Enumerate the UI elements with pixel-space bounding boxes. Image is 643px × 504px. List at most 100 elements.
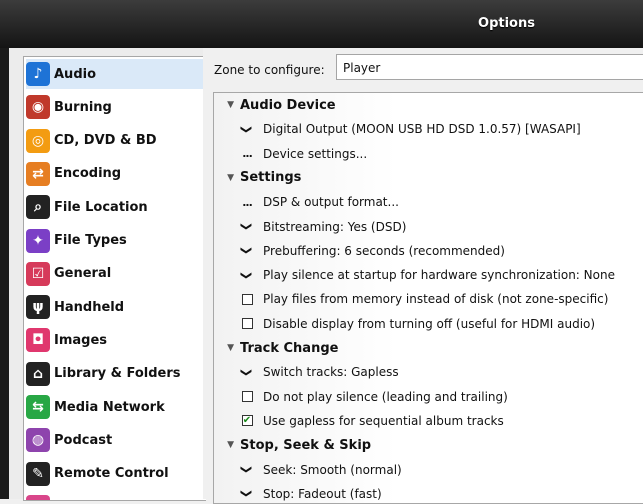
tree-option-row[interactable]: ❯ Seek: Smooth (normal)	[214, 459, 643, 481]
camera-icon: ◘	[26, 328, 50, 353]
sidebar-item[interactable]: ♪ Audio	[26, 59, 204, 89]
collapse-arrow-icon[interactable]: ▼	[214, 100, 240, 110]
remote-icon: ✎	[26, 461, 50, 486]
option-marker[interactable]: ❯	[240, 269, 254, 282]
sidebar-item[interactable]: ◎ CD, DVD & BD	[26, 126, 204, 156]
collapse-arrow-icon[interactable]: ▼	[214, 440, 240, 450]
dropdown-chevron-icon[interactable]: ❯	[241, 489, 254, 498]
zone-select[interactable]: Player	[336, 54, 643, 80]
sidebar-item[interactable]: ✦ File Types	[26, 226, 204, 256]
sidebar-item-label: Burning	[54, 99, 112, 115]
sidebar-item-label: General	[54, 266, 112, 282]
section-title: Track Change	[240, 340, 339, 356]
tree-option-row[interactable]: ❯ Play silence at startup for hardware sy…	[214, 264, 643, 286]
sidebar-item[interactable]: ⇆ Media Network	[26, 392, 204, 422]
option-marker[interactable]: ❯	[240, 244, 254, 257]
section-title: Stop, Seek & Skip	[240, 437, 372, 453]
sidebar-item[interactable]: ⇄ Encoding	[26, 159, 204, 189]
tree-section-header[interactable]: ▼ Track Change	[214, 337, 643, 359]
option-label: Do not play silence (leading and trailin…	[263, 389, 508, 404]
checkbox-unchecked[interactable]	[241, 391, 253, 403]
tree-option-row[interactable]: ✔ Use gapless for sequential album tracks	[214, 410, 643, 432]
tree-option-row[interactable]: ❯ Digital Output (MOON USB HD DSD 1.0.57)…	[214, 118, 643, 140]
tree-option-row[interactable]: ... DSP & output format...	[214, 191, 643, 213]
sidebar-item[interactable]: ◍ Podcast	[26, 425, 204, 455]
sidebar-item-label: Images	[54, 332, 108, 348]
sidebar-item-label: File Location	[54, 199, 148, 215]
tree-section-header[interactable]: ▼ Stop, Seek & Skip	[214, 434, 643, 456]
tree-option-row[interactable]: Disable display from turning off (useful…	[214, 313, 643, 335]
option-marker[interactable]: ✔	[240, 415, 254, 427]
option-label: Device settings...	[263, 146, 368, 161]
option-label: Switch tracks: Gapless	[263, 365, 399, 380]
section-title: Audio Device	[240, 97, 336, 113]
dropdown-chevron-icon[interactable]: ❯	[241, 246, 254, 255]
option-marker[interactable]: ❯	[240, 366, 254, 379]
partial-item-icon	[26, 494, 50, 500]
sidebar-item-label: File Types	[54, 233, 127, 248]
sidebar-item[interactable]: ⌂ Library & Folders	[26, 359, 204, 389]
tree-option-row[interactable]: ... Device settings...	[214, 143, 643, 165]
sidebar-item-label: Podcast	[54, 432, 113, 448]
tree-option-row[interactable]: Play files from memory instead of disk (…	[214, 288, 643, 310]
sidebar: ♪ Audio ◉ Burning ◎ CD, DVD & BD ⇄ Encoding ⌕ Fil…	[9, 48, 206, 501]
dropdown-chevron-icon[interactable]: ❯	[241, 465, 254, 474]
tree-option-row[interactable]: ❯ Stop: Fadeout (fast)	[214, 483, 643, 503]
tree-section-header[interactable]: ▼ Settings	[214, 167, 643, 189]
sidebar-item[interactable]: ◉ Burning	[26, 92, 204, 122]
sidebar-item[interactable]: ψ Handheld	[26, 292, 204, 322]
tree-section-header[interactable]: ▼ Audio Device	[214, 94, 643, 116]
main-panel: Zone to configure: Player ▼ Audio Device ❯…	[203, 48, 643, 504]
collapse-arrow-icon[interactable]: ▼	[214, 173, 240, 183]
encoding-arrows-icon: ⇄	[26, 161, 50, 186]
network-icon: ⇆	[26, 395, 50, 419]
checkbox-icon: ☑	[26, 261, 50, 286]
option-marker[interactable]: ❯	[240, 487, 254, 500]
sidebar-item[interactable]	[26, 492, 204, 500]
sidebar-item-label: Media Network	[54, 399, 165, 415]
checkbox-unchecked[interactable]	[241, 318, 253, 330]
checkbox-unchecked[interactable]	[241, 293, 253, 305]
option-label: Disable display from turning off (useful…	[263, 316, 596, 331]
tree-option-row[interactable]: Do not play silence (leading and trailin…	[214, 386, 643, 408]
dropdown-chevron-icon[interactable]: ❯	[241, 270, 254, 279]
sidebar-item[interactable]: ⌕ File Location	[26, 192, 204, 222]
ellipsis-icon[interactable]: ...	[242, 196, 253, 209]
ellipsis-icon[interactable]: ...	[242, 147, 253, 160]
tree-option-row[interactable]: ❯ Prebuffering: 6 seconds (recommended)	[214, 240, 643, 262]
dropdown-chevron-icon[interactable]: ❯	[241, 368, 254, 377]
file-search-icon: ⌕	[26, 195, 50, 220]
options-tree: ▼ Audio Device ❯ Digital Output (MOON USB H…	[213, 92, 643, 504]
usb-icon: ψ	[26, 295, 50, 320]
dropdown-chevron-icon[interactable]: ❯	[241, 222, 254, 231]
sidebar-item[interactable]: ✎ Remote Control	[26, 459, 204, 489]
window-frame-left	[0, 48, 9, 499]
puzzle-icon: ✦	[26, 228, 50, 253]
window-title: Options	[478, 16, 535, 31]
sidebar-item-label: Audio	[54, 66, 97, 82]
option-marker[interactable]	[240, 293, 254, 305]
music-note-icon: ♪	[26, 62, 50, 86]
sidebar-item-label: Remote Control	[54, 466, 169, 482]
option-marker[interactable]: ❯	[240, 123, 254, 136]
sidebar-item-label: Library & Folders	[54, 366, 181, 382]
sidebar-item[interactable]: ◘ Images	[26, 325, 204, 355]
collapse-arrow-icon[interactable]: ▼	[214, 343, 240, 353]
option-label: Prebuffering: 6 seconds (recommended)	[263, 243, 505, 258]
option-marker[interactable]: ...	[240, 147, 254, 160]
dropdown-chevron-icon[interactable]: ❯	[241, 125, 254, 134]
tree-option-row[interactable]: ❯ Bitstreaming: Yes (DSD)	[214, 216, 643, 238]
option-label: Bitstreaming: Yes (DSD)	[263, 219, 407, 234]
option-marker[interactable]: ❯	[240, 463, 254, 476]
disc-burn-icon: ◉	[26, 95, 50, 120]
tree-option-row[interactable]: ❯ Switch tracks: Gapless	[214, 361, 643, 383]
option-marker[interactable]	[240, 391, 254, 403]
checkbox-checked[interactable]: ✔	[241, 415, 253, 427]
sidebar-item-label: CD, DVD & BD	[54, 133, 157, 149]
title-bar: Options	[0, 0, 643, 49]
option-marker[interactable]: ❯	[240, 220, 254, 233]
section-title: Settings	[240, 170, 302, 186]
sidebar-item[interactable]: ☑ General	[26, 259, 204, 289]
option-marker[interactable]	[240, 318, 254, 330]
option-marker[interactable]: ...	[240, 196, 254, 209]
